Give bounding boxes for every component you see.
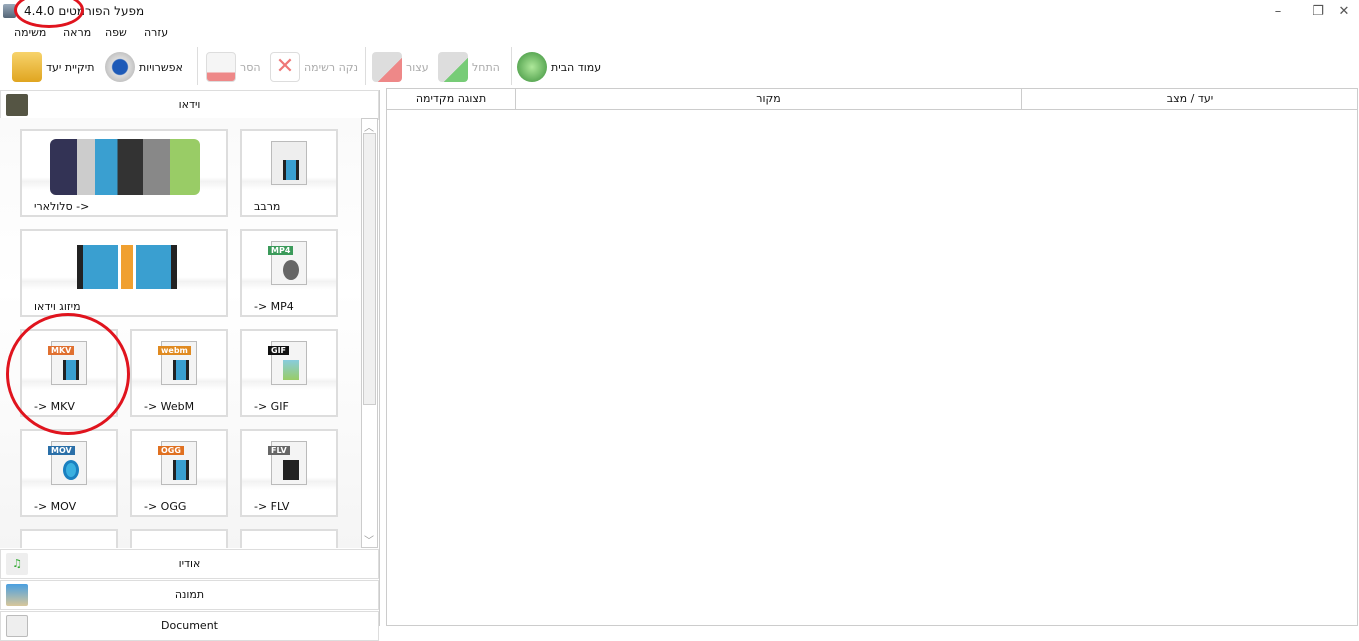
music-note-icon: ♫	[6, 553, 28, 575]
tile-label: -> WebM	[144, 400, 195, 413]
muxer-icon	[271, 141, 307, 185]
film-plus-film-icon	[77, 245, 177, 289]
output-folder-button[interactable]: תיקיית יעד	[12, 49, 95, 85]
scroll-up-icon[interactable]: ︿	[364, 119, 374, 134]
menu-task[interactable]: משימה	[14, 26, 46, 39]
category-document[interactable]: Document	[0, 611, 379, 641]
tile-gif[interactable]: GIF -> GIF	[240, 329, 338, 417]
remove-document-icon	[206, 52, 236, 82]
options-button[interactable]: אפשרויות	[105, 49, 183, 85]
folder-icon	[12, 52, 42, 82]
tile-label: -> OGG	[144, 500, 187, 513]
tile-webm[interactable]: webm -> WebM	[130, 329, 228, 417]
clear-list-label: נקה רשימה	[304, 60, 359, 74]
clapperboard-icon	[6, 94, 28, 116]
category-image-label: תמונה	[174, 588, 205, 601]
start-label: התחל	[472, 60, 500, 74]
category-video[interactable]: וידאו	[0, 90, 379, 120]
remove-button[interactable]: הסר	[206, 49, 261, 85]
mp4-file-icon: MP4	[268, 241, 307, 285]
toolbar: תיקיית יעד אפשרויות הסר ✕ נקה רשימה עצור …	[0, 45, 1359, 89]
tile-label: -> MP4	[254, 300, 294, 313]
tile-more[interactable]	[130, 529, 228, 548]
tile-label: סלולארי ->	[34, 200, 90, 213]
flv-file-icon: FLV	[268, 441, 307, 485]
menu-language[interactable]: שפה	[105, 26, 127, 39]
tile-mp4[interactable]: MP4 -> MP4	[240, 229, 338, 317]
menu-view[interactable]: מראה	[63, 26, 91, 39]
ogg-file-icon: OGG	[158, 441, 197, 485]
phones-icon	[50, 139, 200, 195]
gear-icon	[105, 52, 135, 82]
toolbar-separator	[197, 47, 198, 85]
format-grid-scrollbar[interactable]: ︿ ﹀	[361, 118, 378, 548]
remove-label: הסר	[240, 60, 261, 74]
category-video-label: וידאו	[178, 98, 201, 111]
tile-label: מרבב	[254, 200, 281, 213]
minimize-button[interactable]: –	[1263, 2, 1293, 22]
category-audio[interactable]: ♫ אודיו	[0, 549, 379, 579]
scrollbar-thumb[interactable]	[363, 133, 376, 405]
tile-mobile[interactable]: סלולארי ->	[20, 129, 228, 217]
column-preview[interactable]: תצוגה מקדימה	[387, 89, 516, 110]
webm-file-icon: webm	[158, 341, 197, 385]
tile-flv[interactable]: FLV -> FLV	[240, 429, 338, 517]
close-button[interactable]: ✕	[1329, 2, 1359, 22]
column-source[interactable]: מקור	[516, 89, 1022, 110]
output-folder-label: תיקיית יעד	[46, 60, 95, 74]
category-audio-label: אודיו	[178, 557, 201, 570]
annotation-circle	[6, 313, 130, 435]
globe-search-icon	[517, 52, 547, 82]
file-list-table: תצוגה מקדימה מקור יעד / מצב	[386, 88, 1358, 626]
toolbar-separator	[365, 47, 366, 85]
stop-icon	[372, 52, 402, 82]
tile-label: מיזוג וידאו	[34, 300, 81, 313]
category-image[interactable]: תמונה	[0, 580, 379, 610]
tile-label: -> MOV	[34, 500, 77, 513]
tile-mov[interactable]: MOV -> MOV	[20, 429, 118, 517]
clear-list-icon: ✕	[270, 52, 300, 82]
tile-ogg[interactable]: OGG -> OGG	[130, 429, 228, 517]
start-button[interactable]: התחל	[438, 49, 500, 85]
annotation-circle	[14, 0, 84, 28]
title-bar: מפעל הפורמטים 4.4.0 – ❐ ✕	[0, 0, 1359, 22]
homepage-button[interactable]: עמוד הבית	[517, 49, 601, 85]
scroll-down-icon[interactable]: ﹀	[364, 532, 374, 547]
column-destination-status[interactable]: יעד / מצב	[1022, 89, 1358, 110]
clear-list-button[interactable]: ✕ נקה רשימה	[270, 49, 358, 85]
options-label: אפשרויות	[139, 60, 183, 74]
menu-help[interactable]: עזרה	[144, 26, 168, 39]
picture-icon	[6, 584, 28, 606]
tile-muxer[interactable]: מרבב	[240, 129, 338, 217]
toolbar-separator	[511, 47, 512, 85]
mov-file-icon: MOV	[48, 441, 87, 485]
tile-video-joiner[interactable]: מיזוג וידאו	[20, 229, 228, 317]
tile-label: -> FLV	[254, 500, 290, 513]
tile-label: -> GIF	[254, 400, 289, 413]
tile-more[interactable]	[20, 529, 118, 548]
stop-label: עצור	[406, 60, 429, 74]
tile-more[interactable]	[240, 529, 338, 548]
stop-button[interactable]: עצור	[372, 49, 429, 85]
start-icon	[438, 52, 468, 82]
document-icon	[6, 615, 28, 637]
gif-file-icon: GIF	[268, 341, 307, 385]
homepage-label: עמוד הבית	[551, 60, 602, 74]
